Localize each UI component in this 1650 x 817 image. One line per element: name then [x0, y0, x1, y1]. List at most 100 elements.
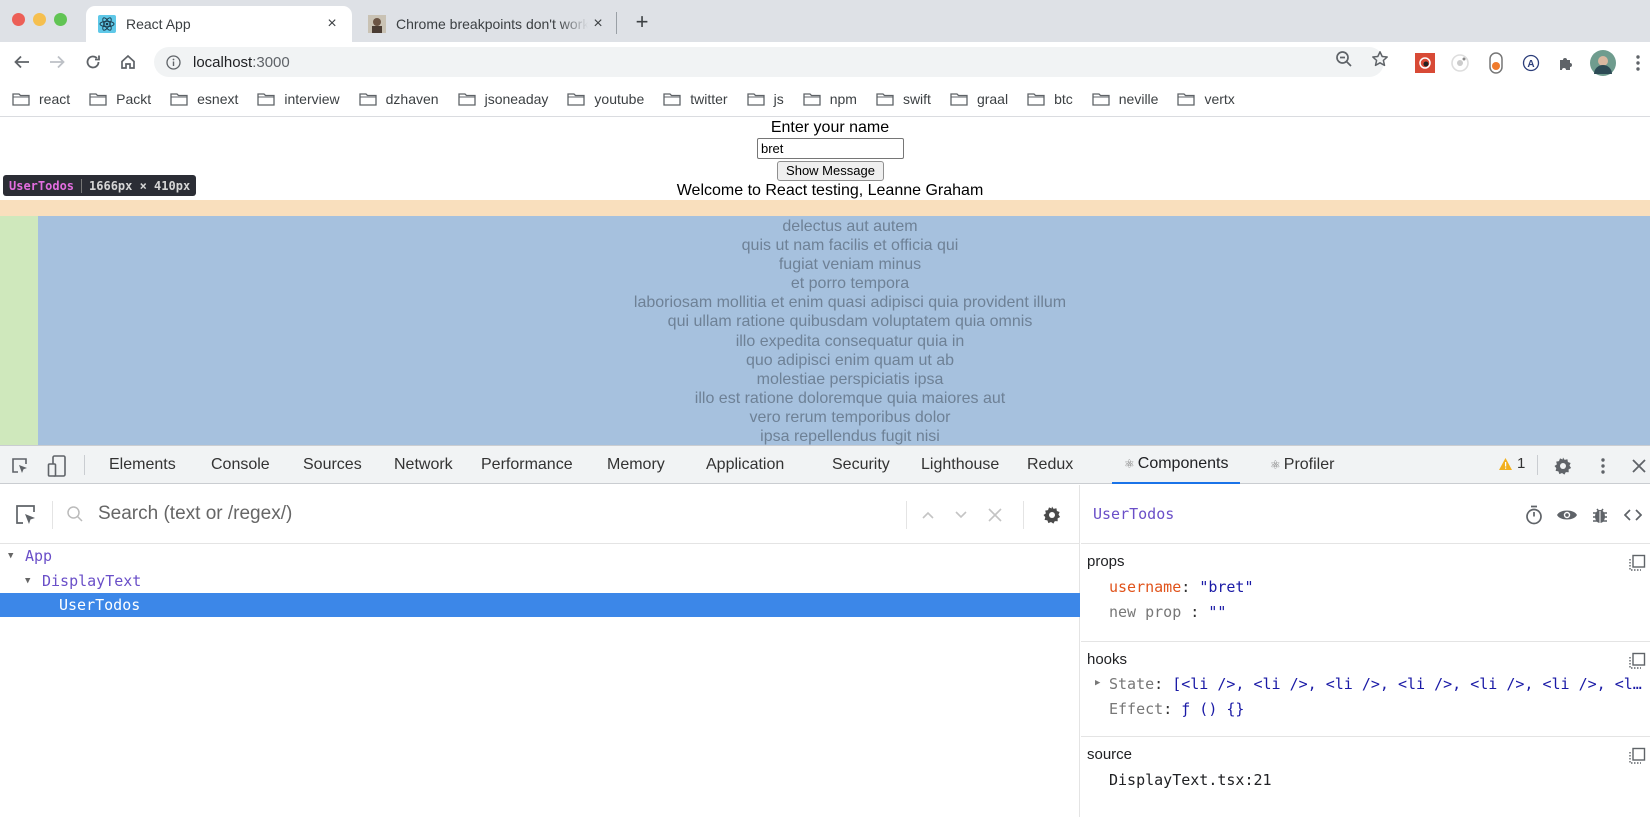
bookmark-npm[interactable]: npm	[803, 91, 857, 107]
close-window-button[interactable]	[12, 13, 25, 26]
bookmark-label: interview	[284, 91, 340, 107]
address-bar[interactable]: localhost:3000	[154, 47, 1384, 77]
devtools-tab-profiler[interactable]: ⚛ Profiler	[1258, 446, 1346, 484]
hook-row-state[interactable]: ▶ State: [<li />, <li />, <li />, <li />…	[1095, 675, 1642, 693]
bookmark-label: twitter	[690, 91, 728, 107]
name-input[interactable]	[757, 138, 904, 159]
folder-icon	[1092, 93, 1110, 106]
source-location[interactable]: DisplayText.tsx:21	[1109, 771, 1272, 789]
forward-button[interactable]	[45, 50, 69, 74]
devtools-tab-lighthouse[interactable]: Lighthouse	[909, 446, 1011, 484]
warnings-counter[interactable]: 1	[1498, 455, 1525, 472]
tree-node-label: UserTodos	[59, 596, 141, 614]
zoom-out-icon[interactable]	[1334, 49, 1354, 69]
suspend-timer-icon[interactable]	[1523, 504, 1545, 526]
devtools-tab-elements[interactable]: Elements	[97, 446, 188, 484]
bookmark-interview[interactable]: interview	[257, 91, 340, 107]
component-settings-icon[interactable]	[1042, 505, 1062, 525]
folder-icon	[1027, 93, 1045, 106]
enter-name-label: Enter your name	[770, 119, 890, 136]
bookmark-jsoneaday[interactable]: jsoneaday	[457, 91, 549, 107]
show-message-button[interactable]: Show Message	[777, 161, 884, 181]
user-photo-icon	[368, 15, 386, 33]
chrome-menu-icon[interactable]	[1627, 52, 1649, 74]
back-button[interactable]	[10, 50, 34, 74]
inspect-dom-eye-icon[interactable]	[1556, 504, 1578, 526]
bookmark-graal[interactable]: graal	[950, 91, 1008, 107]
bookmark-star-icon[interactable]	[1370, 49, 1390, 69]
devtools-tab-application[interactable]: Application	[694, 446, 796, 484]
close-tab-icon[interactable]: ×	[322, 14, 342, 34]
bookmark-label: jsoneaday	[484, 91, 549, 107]
folder-icon	[567, 93, 586, 106]
bookmark-neville[interactable]: neville	[1092, 91, 1158, 107]
bookmark-packt[interactable]: Packt	[89, 91, 151, 107]
bookmark-swift[interactable]: swift	[876, 91, 931, 107]
search-divider	[52, 501, 53, 529]
tree-node-app[interactable]: ▼ App	[0, 544, 1080, 568]
browser-tab-chrome-breakpoints[interactable]: Chrome breakpoints don't work ×	[356, 6, 618, 42]
devtools-tab-performance[interactable]: Performance	[469, 446, 585, 484]
home-button[interactable]	[116, 50, 140, 74]
devtools-tab-sources[interactable]: Sources	[291, 446, 374, 484]
devtools-tab-redux[interactable]: Redux	[1015, 446, 1085, 484]
devtools-tab-network[interactable]: Network	[382, 446, 465, 484]
search-divider	[906, 501, 907, 529]
puzzle-extensions-icon[interactable]	[1555, 52, 1577, 74]
inspect-element-icon[interactable]	[9, 455, 31, 477]
info-icon[interactable]	[166, 54, 181, 70]
copy-props-icon[interactable]	[1628, 554, 1646, 572]
profile-avatar[interactable]	[1590, 50, 1616, 76]
bookmark-esnext[interactable]: esnext	[170, 91, 238, 107]
devtools-tab-console[interactable]: Console	[199, 446, 282, 484]
maximize-window-button[interactable]	[54, 13, 67, 26]
toggle-extension-icon[interactable]	[1485, 52, 1507, 74]
expand-arrow-icon[interactable]: ▼	[25, 576, 35, 586]
component-search-input[interactable]	[98, 498, 878, 530]
bookmark-vertx[interactable]: vertx	[1177, 91, 1235, 107]
copy-source-icon[interactable]	[1628, 747, 1646, 765]
view-source-icon[interactable]	[1622, 504, 1644, 526]
prop-row[interactable]: new prop : ""	[1109, 603, 1226, 621]
devtools-settings-icon[interactable]	[1552, 455, 1574, 477]
devtools-tab-memory[interactable]: Memory	[595, 446, 677, 484]
new-tab-button[interactable]: +	[630, 9, 654, 34]
bookmark-dzhaven[interactable]: dzhaven	[358, 91, 439, 107]
a-circle-extension-icon[interactable]: A	[1520, 52, 1542, 74]
bookmark-youtube[interactable]: youtube	[567, 91, 644, 107]
select-element-icon[interactable]	[14, 503, 38, 527]
copy-hooks-icon[interactable]	[1628, 652, 1646, 670]
prop-row[interactable]: username: "bret"	[1109, 578, 1254, 596]
bookmark-label: Packt	[116, 91, 152, 107]
tab-label: Security	[832, 456, 890, 473]
warning-icon	[1499, 457, 1512, 470]
bookmark-btc[interactable]: btc	[1027, 91, 1073, 107]
previous-result-icon[interactable]	[918, 505, 938, 525]
reload-button[interactable]	[81, 50, 105, 74]
devtools-more-icon[interactable]	[1592, 455, 1614, 477]
target-extension-icon[interactable]	[1449, 52, 1471, 74]
next-result-icon[interactable]	[951, 505, 971, 525]
tree-node-displaytext[interactable]: ▼ DisplayText	[0, 569, 1080, 593]
hook-row-effect[interactable]: Effect: ƒ () {}	[1109, 700, 1244, 718]
bookmark-label: js	[773, 91, 784, 107]
clear-search-icon[interactable]	[985, 505, 1005, 525]
devtools-tab-security[interactable]: Security	[820, 446, 902, 484]
expand-arrow-icon[interactable]: ▶	[1095, 678, 1100, 688]
close-tab-icon[interactable]: ×	[588, 14, 608, 34]
bookmark-twitter[interactable]: twitter	[663, 91, 728, 107]
bookmark-js[interactable]: js	[746, 91, 784, 107]
log-to-console-bug-icon[interactable]	[1589, 504, 1611, 526]
red-paw-extension-icon[interactable]	[1414, 52, 1436, 74]
bookmarks-bar: react Packt esnext interview dzhaven jsoneada…	[0, 82, 1650, 117]
devtools-tab-components[interactable]: ⚛ Components	[1112, 446, 1241, 484]
hooks-title: hooks	[1087, 651, 1128, 668]
source-section: source DisplayText.tsx:21	[1081, 738, 1650, 817]
expand-arrow-icon[interactable]: ▼	[8, 551, 18, 561]
tree-node-usertodos[interactable]: UserTodos	[0, 593, 1080, 617]
minimize-window-button[interactable]	[33, 13, 46, 26]
bookmark-react[interactable]: react	[12, 91, 70, 107]
browser-tab-react-app[interactable]: React App ×	[86, 6, 352, 42]
device-toolbar-icon[interactable]	[46, 455, 68, 477]
devtools-close-icon[interactable]	[1628, 455, 1650, 477]
